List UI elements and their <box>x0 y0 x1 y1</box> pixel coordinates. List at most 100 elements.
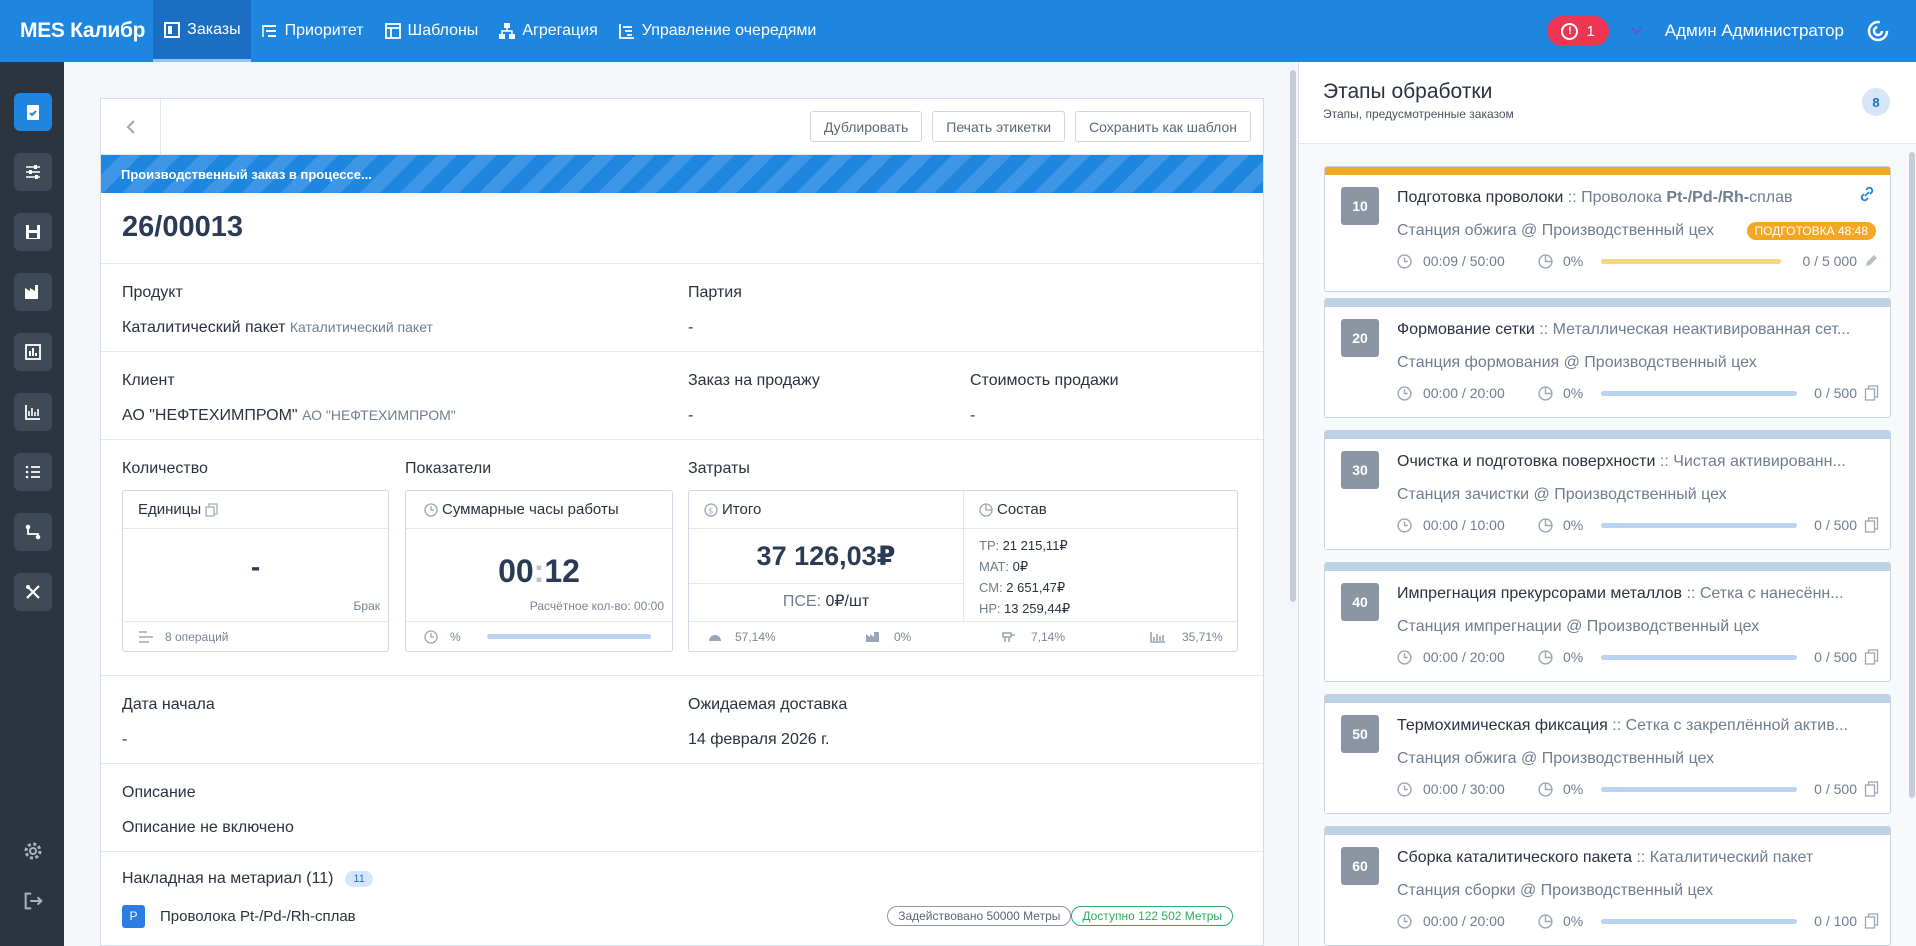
pie-icon <box>1538 254 1553 269</box>
sidebar-list[interactable] <box>14 453 52 491</box>
brand-logo[interactable]: MES Калибр <box>0 0 153 62</box>
sidebar-routing[interactable] <box>14 513 52 551</box>
gear-icon <box>24 842 42 860</box>
material-name: Проволока Pt-/Pd-/Rh-сплав <box>160 907 356 925</box>
clock-icon <box>1397 782 1412 797</box>
product-section: Продукт Каталитический пакет Каталитичес… <box>101 264 1263 352</box>
stage-name: Сборка каталитического пакета <box>1397 849 1632 866</box>
clock-icon <box>1397 914 1412 929</box>
duplicate-button[interactable]: Дублировать <box>809 111 923 142</box>
stage-progress-bar <box>1601 919 1797 924</box>
chevron-down-icon[interactable] <box>1631 27 1643 35</box>
product-subname: Каталитический пакет <box>289 319 433 335</box>
copy-icon[interactable] <box>1864 517 1879 533</box>
cost-share-overhead: 35,71% <box>1182 629 1223 644</box>
pie-icon <box>1538 914 1553 929</box>
composition-list: ТР: 21 215,11₽ МАТ: 0₽ СМ: 2 651,47₽ НР:… <box>979 535 1070 619</box>
material-available-pill: Доступно 122 502 Метры <box>1071 906 1233 926</box>
stage-card[interactable]: 50 Термохимическая фиксация :: Сетка с за… <box>1324 694 1891 814</box>
copy-icon[interactable] <box>1864 385 1879 401</box>
sidebar-tools[interactable] <box>14 573 52 611</box>
stages-header: Этапы обработки Этапы, предусмотренные з… <box>1299 62 1916 144</box>
stage-separator: :: <box>1655 453 1674 470</box>
stage-number: 50 <box>1341 715 1379 753</box>
nav-orders[interactable]: Заказы <box>153 0 251 62</box>
operations-count: 8 операций <box>165 629 229 644</box>
main-scrollbar[interactable] <box>1290 70 1296 602</box>
top-navbar: MES Калибр Заказы Приоритет Шаблоны Агре… <box>0 0 1916 62</box>
stage-product: Проволока <box>1581 189 1667 206</box>
copy-icon[interactable] <box>1864 913 1879 929</box>
nav-priority-label: Приоритет <box>284 22 364 39</box>
work-hours-progress <box>486 634 651 639</box>
sidebar-priority[interactable] <box>14 153 52 191</box>
pie-icon <box>1538 650 1553 665</box>
nav-priority[interactable]: Приоритет <box>251 0 374 62</box>
tools-icon <box>26 585 40 599</box>
nav-templates[interactable]: Шаблоны <box>374 0 489 62</box>
clock-icon <box>1397 386 1412 401</box>
sidebar-production[interactable] <box>14 273 52 311</box>
nav-queue-management[interactable]: Управление очередями <box>608 0 827 62</box>
composition-sm: СМ: 2 651,47₽ <box>979 580 1066 595</box>
logo-swirl-icon[interactable] <box>1866 19 1890 43</box>
total-header: $ Итого <box>689 491 963 529</box>
material-row[interactable]: P Проволока Pt-/Pd-/Rh-сплав Задействова… <box>122 904 1233 928</box>
stage-card[interactable]: 20 Формование сетки :: Металлическая неак… <box>1324 298 1891 418</box>
copy-icon[interactable] <box>1864 781 1879 797</box>
start-date-value: - <box>122 731 128 748</box>
order-toolbar: Дублировать Печать этикетки Сохранить ка… <box>101 99 1263 155</box>
stage-title: Подготовка проволоки :: Проволока Pt-/Pd… <box>1397 189 1875 207</box>
stages-scrollbar[interactable] <box>1909 152 1915 798</box>
sidebar-orders[interactable] <box>14 93 52 131</box>
pencil-icon[interactable] <box>1863 253 1879 269</box>
stage-card[interactable]: 60 Сборка каталитического пакета :: Катал… <box>1324 826 1891 946</box>
stage-percent: 0% <box>1563 781 1584 797</box>
copy-icon[interactable] <box>205 502 219 517</box>
units-card-header: Единицы <box>123 491 388 529</box>
batch-value: - <box>688 319 694 336</box>
alerts-button[interactable]: ! 1 <box>1547 16 1609 46</box>
back-button[interactable] <box>101 99 161 155</box>
delivery-value: 14 февраля 2026 г. <box>688 731 830 748</box>
client-value[interactable]: АО "НЕФТЕХИМПРОМ" АО "НЕФТЕХИМПРОМ" <box>122 407 456 425</box>
print-labels-button[interactable]: Печать этикетки <box>932 111 1066 142</box>
stage-progress-bar <box>1601 391 1797 396</box>
status-banner: Производственный заказ в процессе... <box>101 155 1263 193</box>
client-subname: АО "НЕФТЕХИМПРОМ" <box>302 407 456 423</box>
stage-card[interactable]: 10 Подготовка проволоки :: Проволока Pt-/… <box>1324 166 1891 292</box>
client-label: Клиент <box>122 372 175 389</box>
save-as-template-button[interactable]: Сохранить как шаблон <box>1075 111 1251 142</box>
stage-metrics: 00:09 / 50:00 0% 0 / 5 000 <box>1397 252 1879 270</box>
product-value[interactable]: Каталитический пакет Каталитический паке… <box>122 319 433 337</box>
client-section: Клиент АО "НЕФТЕХИМПРОМ" АО "НЕФТЕХИМПРО… <box>101 352 1263 440</box>
sidebar-settings[interactable] <box>20 838 46 864</box>
machine-icon <box>1002 631 1015 642</box>
alert-icon: ! <box>1561 22 1579 40</box>
nav-aggregation[interactable]: Агрегация <box>488 0 607 62</box>
sales-cost-value: - <box>970 407 976 424</box>
pie-icon <box>1538 782 1553 797</box>
composition-nr: НР: 13 259,44₽ <box>979 601 1071 616</box>
stage-title: Формование сетки :: Металлическая неакти… <box>1397 321 1875 339</box>
work-hours-value: 00:12 <box>406 553 672 590</box>
pse-amount: 0₽/шт <box>825 593 870 610</box>
stage-percent: 0% <box>1563 649 1584 665</box>
stage-time: 00:00 / 20:00 <box>1423 385 1505 401</box>
sidebar-logout[interactable] <box>20 888 46 914</box>
nav-queue-label: Управление очередями <box>641 22 817 39</box>
queue-icon <box>618 24 634 39</box>
user-name[interactable]: Админ Администратор <box>1665 21 1844 41</box>
stage-card[interactable]: 30 Очистка и подготовка поверхности :: Чи… <box>1324 430 1891 550</box>
stage-card[interactable]: 40 Импрегнация прекурсорами металлов :: С… <box>1324 562 1891 682</box>
stage-product: Сетка с нанесённ... <box>1699 585 1844 602</box>
sidebar-reports[interactable] <box>14 333 52 371</box>
units-card: Единицы - Брак 8 операций <box>122 490 389 652</box>
link-icon[interactable] <box>1858 185 1876 203</box>
sidebar-analytics[interactable] <box>14 393 52 431</box>
stage-name: Термохимическая фиксация <box>1397 717 1608 734</box>
total-title: Итого <box>722 501 762 518</box>
copy-icon[interactable] <box>1864 649 1879 665</box>
sidebar-storage[interactable] <box>14 213 52 251</box>
stage-separator: :: <box>1632 849 1650 866</box>
